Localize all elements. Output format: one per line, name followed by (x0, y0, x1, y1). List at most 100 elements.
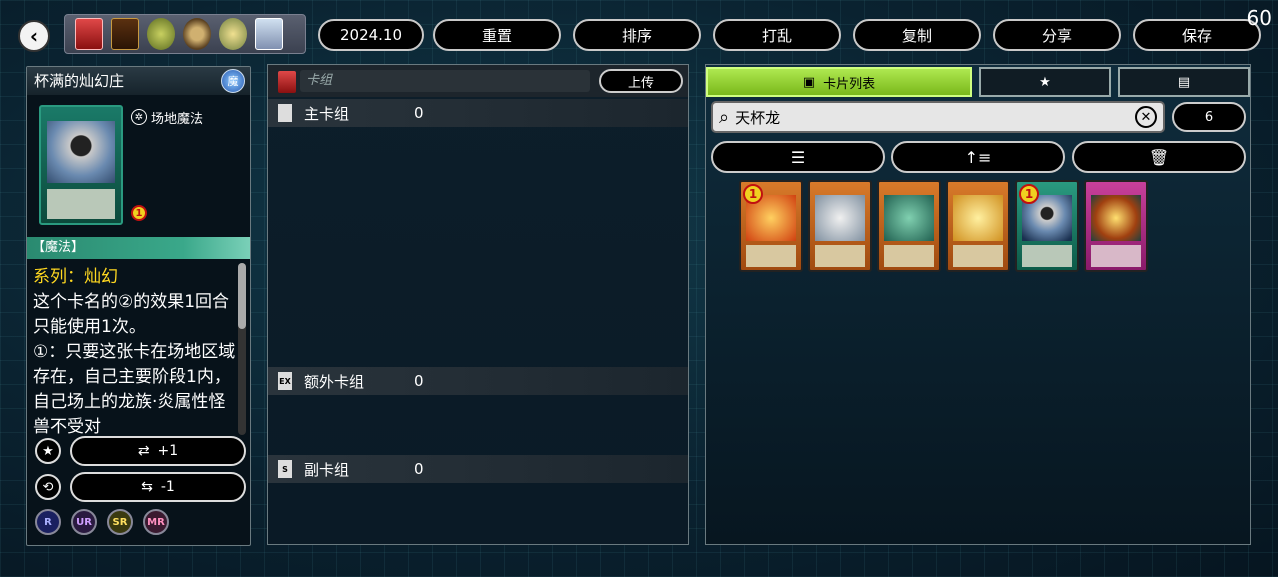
scrollbar-thumb[interactable] (238, 263, 246, 329)
filter-button[interactable]: ☰ (711, 141, 885, 173)
share-button[interactable]: 分享 (993, 19, 1121, 51)
spell-attribute-icon: 魔 (221, 69, 245, 93)
shuffle-button[interactable]: 打乱 (713, 19, 841, 51)
card-artwork (47, 121, 115, 183)
reset-button[interactable]: 重置 (433, 19, 561, 51)
extra-deck-icon: EX (278, 372, 292, 390)
deck-header: 卡组 上传 (268, 65, 688, 97)
side-deck-label: 副卡组 (304, 460, 350, 479)
avatar-icon[interactable] (255, 18, 283, 50)
upload-button[interactable]: 上传 (599, 69, 683, 93)
extra-deck-section: EX 额外卡组 0 (268, 367, 688, 395)
fps-counter: 60 (1246, 6, 1272, 30)
coin-icon[interactable] (219, 18, 247, 50)
rarity-sr-button[interactable]: SR (107, 509, 133, 535)
clear-search-icon[interactable]: ✕ (1135, 106, 1157, 128)
clipboard-icon: ▤ (1177, 74, 1191, 90)
card-back-icon[interactable] (111, 18, 139, 50)
add-card-icon: ⇄ (137, 443, 150, 459)
tab-card-list[interactable]: ▣ 卡片列表 (706, 67, 972, 97)
add-count-label: +1 (157, 443, 179, 459)
sort-order-button[interactable]: ↑≡ (891, 141, 1065, 173)
tab-card-list-label: 卡片列表 (823, 76, 876, 92)
card-text-box (953, 245, 1003, 267)
card-text-box (815, 245, 865, 267)
card-name: 杯满的灿幻庄 (27, 67, 250, 95)
info-toggle-button[interactable]: ⟲ (35, 474, 61, 500)
card-result-6[interactable] (1084, 180, 1148, 272)
card-artwork (1091, 195, 1141, 241)
main-deck-label: 主卡组 (304, 104, 350, 123)
star-icon: ★ (42, 443, 54, 459)
card-artwork (953, 195, 1003, 241)
deck-box-icon (278, 71, 296, 93)
sync-icon: ⟲ (42, 479, 54, 495)
deck-tool-strip (64, 14, 306, 54)
search-icon: ⌕ (719, 106, 730, 128)
search-value: 天杯龙 (735, 108, 781, 127)
date-button[interactable]: 2024.10 (318, 19, 424, 51)
deck-box-icon[interactable] (75, 18, 103, 50)
accessory-icon[interactable] (183, 18, 211, 50)
side-deck-section: S 副卡组 0 (268, 455, 688, 483)
deck-name-input[interactable]: 卡组 (300, 70, 590, 92)
card-list-panel: ▣ 卡片列表 ★ ▤ ⌕ 天杯龙 ✕ 6 ☰ ↑≡ 🗑 1 1 (705, 64, 1251, 545)
limit-badge: 1 (131, 205, 147, 221)
favorite-button[interactable]: ★ (35, 438, 61, 464)
copy-button[interactable]: 复制 (853, 19, 981, 51)
sort-button[interactable]: 排序 (573, 19, 701, 51)
sort-icon: ↑≡ (964, 147, 992, 167)
result-count: 6 (1172, 102, 1246, 132)
rarity-r-button[interactable]: R (35, 509, 61, 535)
card-result-3[interactable] (877, 180, 941, 272)
side-deck-count: 0 (414, 460, 424, 478)
search-input[interactable]: ⌕ 天杯龙 ✕ (711, 101, 1165, 133)
tab-clipboard[interactable]: ▤ (1118, 67, 1250, 97)
card-artwork (884, 195, 934, 241)
field-spell-icon: ✲ (131, 109, 147, 125)
limit-badge: 1 (1019, 184, 1039, 204)
tab-favorites[interactable]: ★ (979, 67, 1111, 97)
rarity-ur-button[interactable]: UR (71, 509, 97, 535)
card-result-4[interactable] (946, 180, 1010, 272)
add-card-button[interactable]: ⇄ +1 (70, 436, 246, 466)
card-detail-panel: 杯满的灿幻庄 魔 ✲ 场地魔法 1 【魔法】 系列：灿幻 这个卡名的②的效果1回… (26, 66, 251, 546)
effect-scrollbar[interactable] (238, 263, 246, 435)
mat-icon[interactable] (147, 18, 175, 50)
main-deck-icon (278, 104, 292, 122)
back-button[interactable]: ‹ (18, 20, 50, 52)
card-type: 场地魔法 (151, 112, 204, 127)
remove-count-label: -1 (160, 479, 175, 495)
card-text-box (1022, 245, 1072, 267)
card-category: 【魔法】 (27, 237, 250, 259)
card-effect-2: ①：只要这张卡在场地区域存在，自己主要阶段1内，自己场上的龙族·炎属性怪兽不受对 (33, 342, 236, 435)
card-result-2[interactable] (808, 180, 872, 272)
main-deck-section: 主卡组 0 (268, 99, 688, 127)
extra-deck-count: 0 (414, 372, 424, 390)
remove-card-icon: ⇆ (141, 479, 153, 495)
card-text-box (47, 189, 115, 219)
remove-card-button[interactable]: ⇆ -1 (70, 472, 246, 502)
card-archetype: 系列：灿幻 (33, 267, 118, 287)
card-result-5[interactable]: 1 (1015, 180, 1079, 272)
card-artwork (815, 195, 865, 241)
side-deck-icon: S (278, 460, 292, 478)
star-icon: ★ (1039, 74, 1051, 90)
chevron-left-icon: ‹ (29, 24, 39, 48)
save-button[interactable]: 保存 (1133, 19, 1261, 51)
briefcase-icon: ▣ (802, 74, 816, 90)
deck-panel: 卡组 上传 主卡组 0 EX 额外卡组 0 S 副卡组 0 (267, 64, 689, 545)
extra-deck-label: 额外卡组 (304, 372, 365, 391)
card-result-1[interactable]: 1 (739, 180, 803, 272)
trash-icon: 🗑 (1148, 147, 1170, 167)
card-text-box (746, 245, 796, 267)
sliders-icon: ☰ (790, 147, 806, 167)
limit-badge: 1 (743, 184, 763, 204)
rarity-mr-button[interactable]: MR (143, 509, 169, 535)
clear-filter-button[interactable]: 🗑 (1072, 141, 1246, 173)
card-image[interactable] (39, 105, 123, 225)
card-effect-text[interactable]: 系列：灿幻 这个卡名的②的效果1回合只能使用1次。 ①：只要这张卡在场地区域存在… (33, 265, 238, 435)
card-text-box (884, 245, 934, 267)
main-deck-count: 0 (414, 104, 424, 122)
card-text-box (1091, 245, 1141, 267)
